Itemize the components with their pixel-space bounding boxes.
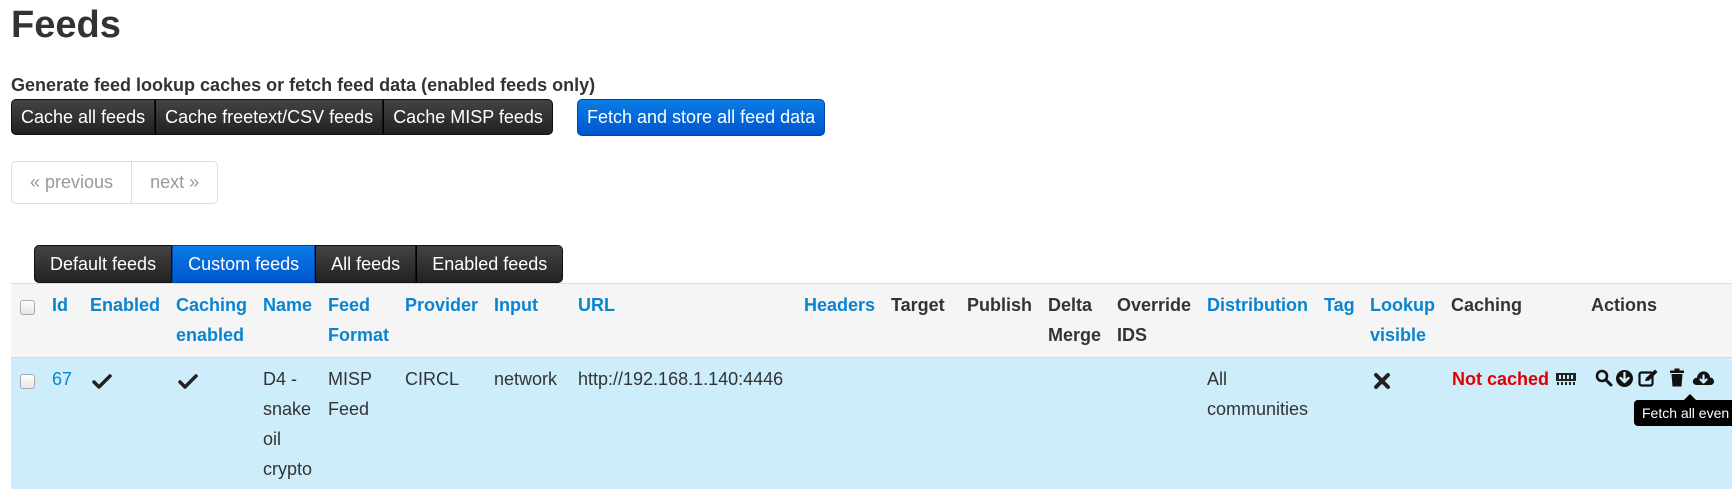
column-header-override-ids-line1: Override — [1117, 295, 1192, 315]
column-header-override-ids-line2: IDS — [1117, 325, 1148, 345]
feed-input: network — [494, 369, 558, 389]
fetch-all-events-tooltip: Fetch all even — [1634, 394, 1732, 426]
feed-format: MISP Feed — [328, 364, 372, 424]
tab-all-feeds[interactable]: All feeds — [315, 245, 417, 283]
cache-all-feeds-button[interactable]: Cache all feeds — [11, 99, 156, 135]
check-icon — [92, 374, 112, 389]
feed-format-line2: Feed — [328, 399, 370, 419]
column-header-override-ids: Override IDS — [1117, 290, 1191, 350]
feed-provider: CIRCL — [405, 369, 460, 389]
column-header-feed-format-line1: Feed — [328, 295, 371, 315]
tab-default-feeds[interactable]: Default feeds — [34, 245, 173, 283]
column-header-target: Target — [891, 295, 945, 315]
column-header-feed-format[interactable]: Feed Format — [328, 290, 389, 350]
select-all-checkbox[interactable] — [20, 300, 35, 315]
column-header-tag[interactable]: Tag — [1324, 290, 1355, 320]
check-icon — [178, 374, 198, 389]
pagination: « previous next » — [11, 161, 219, 204]
column-header-caching-enabled-line2: enabled — [176, 325, 245, 345]
column-header-delta-merge-line1: Delta — [1048, 295, 1093, 315]
column-header-input[interactable]: Input — [494, 290, 538, 320]
column-header-name[interactable]: Name — [263, 290, 312, 320]
feed-distribution-line1: All — [1207, 369, 1228, 389]
column-header-lookup-visible[interactable]: Lookup visible — [1370, 290, 1435, 350]
feed-name-line2: snake — [263, 399, 312, 419]
edit-icon[interactable] — [1638, 368, 1659, 388]
memory-icon[interactable] — [1555, 370, 1577, 386]
next-page-link[interactable]: next » — [132, 161, 219, 204]
column-header-caching: Caching — [1451, 295, 1523, 315]
feed-filter-tabs: Default feeds Custom feeds All feeds Ena… — [34, 245, 564, 283]
feed-distribution: All communities — [1207, 364, 1308, 424]
page-title: Feeds — [11, 4, 121, 46]
feed-name-line4: crypto — [263, 459, 313, 479]
column-header-distribution[interactable]: Distribution — [1207, 290, 1308, 320]
column-header-lookup-visible-line1: Lookup — [1370, 295, 1435, 315]
column-header-id[interactable]: Id — [52, 290, 68, 320]
cloud-download-icon[interactable] — [1691, 369, 1715, 386]
column-header-publish: Publish — [967, 295, 1033, 315]
column-header-enabled[interactable]: Enabled — [90, 290, 160, 320]
feed-name-line3: oil — [263, 429, 282, 449]
row-select-checkbox[interactable] — [20, 374, 35, 389]
column-header-lookup-visible-line2: visible — [1370, 325, 1427, 345]
column-header-delta-merge: Delta Merge — [1048, 290, 1101, 350]
feed-url: http://192.168.1.140:4446 — [578, 369, 784, 389]
trash-icon[interactable] — [1669, 368, 1685, 387]
feed-name: D4 - snake oil crypto — [263, 364, 312, 484]
column-header-url[interactable]: URL — [578, 290, 615, 320]
column-header-feed-format-line2: Format — [328, 325, 390, 345]
caching-status: Not cached — [1452, 369, 1550, 389]
tab-enabled-feeds[interactable]: Enabled feeds — [416, 245, 564, 283]
cache-section-heading: Generate feed lookup caches or fetch fee… — [11, 75, 596, 95]
column-header-provider[interactable]: Provider — [405, 290, 478, 320]
cross-icon — [1374, 373, 1390, 389]
feed-format-line1: MISP — [328, 369, 373, 389]
cache-button-group: Cache all feeds Cache freetext/CSV feeds… — [11, 99, 553, 135]
search-icon[interactable] — [1595, 369, 1613, 387]
previous-page-link[interactable]: « previous — [11, 161, 133, 204]
column-header-headers[interactable]: Headers — [804, 290, 875, 320]
cache-freetext-csv-feeds-button[interactable]: Cache freetext/CSV feeds — [155, 99, 384, 135]
tab-custom-feeds[interactable]: Custom feeds — [172, 245, 316, 283]
feed-distribution-line2: communities — [1207, 399, 1309, 419]
download-circle-icon[interactable] — [1615, 369, 1634, 388]
fetch-all-feed-data-button[interactable]: Fetch and store all feed data — [577, 99, 826, 136]
feed-id-link[interactable]: 67 — [52, 364, 72, 394]
column-header-actions: Actions — [1591, 295, 1658, 315]
column-header-caching-enabled[interactable]: Caching enabled — [176, 290, 247, 350]
column-header-delta-merge-line2: Merge — [1048, 325, 1102, 345]
feed-name-line1: D4 - — [263, 369, 298, 389]
cache-misp-feeds-button[interactable]: Cache MISP feeds — [383, 99, 553, 135]
column-header-caching-enabled-line1: Caching — [176, 295, 248, 315]
